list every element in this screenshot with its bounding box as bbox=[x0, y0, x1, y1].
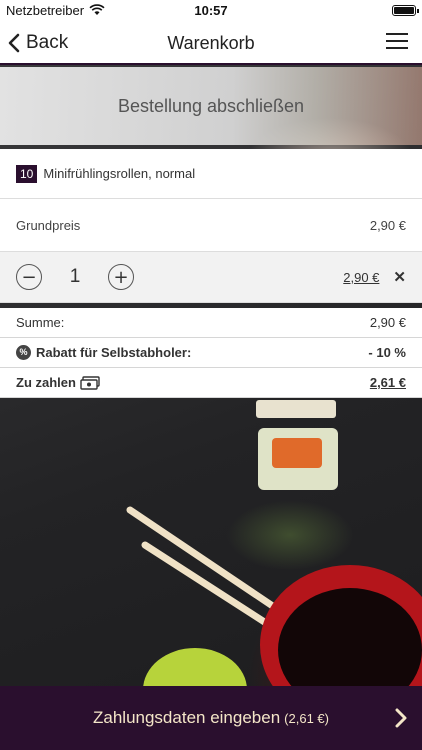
discount-value: - 10 % bbox=[368, 345, 406, 360]
item-name: Minifrühlingsrollen, normal bbox=[43, 166, 196, 181]
pay-value: 2,61 € bbox=[369, 375, 406, 390]
sum-value: 2,90 € bbox=[369, 315, 406, 330]
remove-item-icon[interactable]: ✕ bbox=[393, 268, 406, 286]
cart-item-row: 10 Minifrühlingsrollen, normal bbox=[0, 149, 422, 199]
base-price-row: Grundpreis 2,90 € bbox=[0, 199, 422, 252]
sushi-filling bbox=[272, 438, 322, 468]
carrier-label: Netzbetreiber bbox=[6, 2, 85, 18]
base-price-label: Grundpreis bbox=[16, 217, 81, 233]
navigation-bar: Back Warenkorb bbox=[0, 20, 422, 65]
increase-quantity-button[interactable]: + bbox=[108, 264, 134, 290]
sum-label: Summe: bbox=[16, 315, 65, 330]
discount-badge-icon bbox=[16, 345, 31, 360]
sum-row: Summe: 2,90 € bbox=[0, 308, 422, 338]
discount-label: Rabatt für Selbstabholer: bbox=[36, 345, 192, 360]
checkout-banner: Bestellung abschließen bbox=[0, 67, 422, 145]
pay-label: Zu zahlen bbox=[16, 375, 76, 390]
banner-text: Bestellung abschließen bbox=[117, 95, 305, 116]
battery-icon bbox=[392, 4, 419, 16]
lime bbox=[143, 648, 247, 690]
sushi-piece bbox=[256, 400, 336, 418]
line-total[interactable]: 2,90 € bbox=[343, 270, 379, 285]
soy-bowl-decoration bbox=[260, 565, 422, 690]
item-number-badge: 10 bbox=[16, 164, 38, 183]
wifi-icon bbox=[89, 4, 105, 15]
enter-payment-label: Zahlungsdaten eingeben bbox=[93, 708, 281, 727]
lime-decoration bbox=[143, 648, 247, 690]
discount-row: Rabatt für Selbstabholer: - 10 % bbox=[0, 338, 422, 368]
enter-payment-amount: (2,61 €) bbox=[284, 710, 329, 726]
quantity-value: 1 bbox=[69, 266, 81, 287]
pay-row: Zu zahlen 2,61 € bbox=[0, 368, 422, 398]
quantity-row: − 1 + 2,90 € ✕ bbox=[0, 252, 422, 303]
chevron-left-icon bbox=[8, 33, 20, 52]
status-bar: Netzbetreiber 10:57 bbox=[0, 0, 422, 20]
hamburger-menu-icon[interactable] bbox=[386, 33, 408, 51]
back-label: Back bbox=[26, 31, 69, 53]
back-button[interactable]: Back bbox=[8, 20, 68, 65]
money-icon bbox=[80, 375, 100, 390]
base-price-value: 2,90 € bbox=[369, 217, 406, 233]
chevron-right-icon bbox=[395, 708, 407, 728]
decrease-quantity-button[interactable]: − bbox=[16, 264, 42, 290]
cart-item-card: 10 Minifrühlingsrollen, normal Grundprei… bbox=[0, 149, 422, 303]
sushi-decoration bbox=[256, 400, 338, 490]
enter-payment-button[interactable]: Zahlungsdaten eingeben (2,61 €) bbox=[0, 686, 422, 750]
totals-card: Summe: 2,90 € Rabatt für Selbstabholer: … bbox=[0, 308, 422, 398]
